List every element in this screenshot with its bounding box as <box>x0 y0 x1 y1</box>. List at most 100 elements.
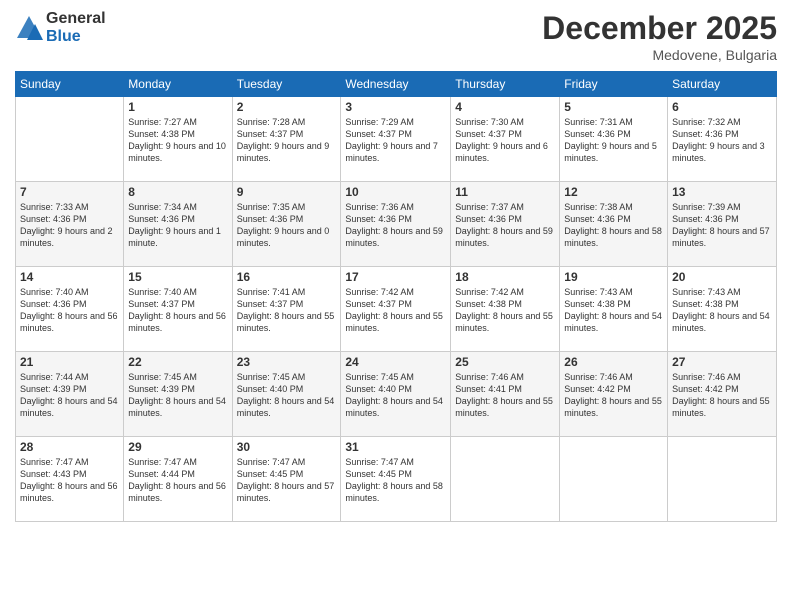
calendar-header-row: Sunday Monday Tuesday Wednesday Thursday… <box>16 72 777 97</box>
calendar-cell: 10 Sunrise: 7:36 AMSunset: 4:36 PMDayligh… <box>341 182 451 267</box>
day-info: Sunrise: 7:29 AMSunset: 4:37 PMDaylight:… <box>345 116 446 165</box>
calendar-cell: 15Sunrise: 7:40 AMSunset: 4:37 PMDayligh… <box>124 267 232 352</box>
day-number: 2 <box>237 100 337 114</box>
calendar-cell <box>451 437 560 522</box>
day-info: Sunrise: 7:46 AMSunset: 4:41 PMDaylight:… <box>455 371 555 420</box>
day-number: 26 <box>564 355 663 369</box>
day-number: 5 <box>564 100 663 114</box>
calendar-cell <box>560 437 668 522</box>
calendar-cell: 16 Sunrise: 7:41 AMSunset: 4:37 PMDayligh… <box>232 267 341 352</box>
day-number: 28 <box>20 440 119 454</box>
calendar-cell: 25Sunrise: 7:46 AMSunset: 4:41 PMDayligh… <box>451 352 560 437</box>
calendar-cell: 22Sunrise: 7:45 AMSunset: 4:39 PMDayligh… <box>124 352 232 437</box>
day-info: Sunrise: 7:46 AMSunset: 4:42 PMDaylight:… <box>564 371 663 420</box>
day-info: Sunrise: 7:36 AMSunset: 4:36 PMDaylight:… <box>345 201 446 250</box>
col-wednesday: Wednesday <box>341 72 451 97</box>
calendar-cell: 1Sunrise: 7:27 AMSunset: 4:38 PMDaylight… <box>124 97 232 182</box>
day-info: Sunrise: 7:43 AMSunset: 4:38 PMDaylight:… <box>564 286 663 335</box>
day-info: Sunrise: 7:44 AMSunset: 4:39 PMDaylight:… <box>20 371 119 420</box>
day-number: 12 <box>564 185 663 199</box>
calendar-cell: 26 Sunrise: 7:46 AMSunset: 4:42 PMDayligh… <box>560 352 668 437</box>
day-info: Sunrise: 7:40 AMSunset: 4:36 PMDaylight:… <box>20 286 119 335</box>
calendar-cell <box>16 97 124 182</box>
col-tuesday: Tuesday <box>232 72 341 97</box>
calendar-cell: 5 Sunrise: 7:31 AMSunset: 4:36 PMDaylight… <box>560 97 668 182</box>
location: Medovene, Bulgaria <box>542 47 777 63</box>
day-info: Sunrise: 7:30 AMSunset: 4:37 PMDaylight:… <box>455 116 555 165</box>
day-number: 6 <box>672 100 772 114</box>
day-info: Sunrise: 7:42 AMSunset: 4:38 PMDaylight:… <box>455 286 555 335</box>
col-monday: Monday <box>124 72 232 97</box>
col-friday: Friday <box>560 72 668 97</box>
calendar-cell: 14 Sunrise: 7:40 AMSunset: 4:36 PMDayligh… <box>16 267 124 352</box>
day-number: 7 <box>20 185 119 199</box>
day-number: 24 <box>345 355 446 369</box>
day-number: 18 <box>455 270 555 284</box>
day-info: Sunrise: 7:32 AMSunset: 4:36 PMDaylight:… <box>672 116 772 165</box>
calendar-cell: 12 Sunrise: 7:38 AMSunset: 4:36 PMDayligh… <box>560 182 668 267</box>
day-info: Sunrise: 7:42 AMSunset: 4:37 PMDaylight:… <box>345 286 446 335</box>
day-number: 23 <box>237 355 337 369</box>
day-info: Sunrise: 7:37 AMSunset: 4:36 PMDaylight:… <box>455 201 555 250</box>
logo: General Blue <box>15 10 106 45</box>
col-thursday: Thursday <box>451 72 560 97</box>
page-header: General Blue December 2025 Medovene, Bul… <box>15 10 777 63</box>
day-number: 4 <box>455 100 555 114</box>
day-info: Sunrise: 7:35 AMSunset: 4:36 PMDaylight:… <box>237 201 337 250</box>
calendar-cell: 29 Sunrise: 7:47 AMSunset: 4:44 PMDayligh… <box>124 437 232 522</box>
calendar-page: General Blue December 2025 Medovene, Bul… <box>0 0 792 612</box>
day-number: 29 <box>128 440 227 454</box>
day-info: Sunrise: 7:31 AMSunset: 4:36 PMDaylight:… <box>564 116 663 165</box>
day-info: Sunrise: 7:45 AMSunset: 4:40 PMDaylight:… <box>345 371 446 420</box>
day-info: Sunrise: 7:47 AMSunset: 4:44 PMDaylight:… <box>128 456 227 505</box>
calendar-week-3: 14 Sunrise: 7:40 AMSunset: 4:36 PMDayligh… <box>16 267 777 352</box>
calendar-week-5: 28 Sunrise: 7:47 AMSunset: 4:43 PMDayligh… <box>16 437 777 522</box>
calendar-cell: 18 Sunrise: 7:42 AMSunset: 4:38 PMDayligh… <box>451 267 560 352</box>
calendar-cell: 13 Sunrise: 7:39 AMSunset: 4:36 PMDayligh… <box>668 182 777 267</box>
calendar-cell: 20 Sunrise: 7:43 AMSunset: 4:38 PMDayligh… <box>668 267 777 352</box>
day-number: 30 <box>237 440 337 454</box>
day-number: 21 <box>20 355 119 369</box>
calendar-cell: 8 Sunrise: 7:34 AMSunset: 4:36 PMDaylight… <box>124 182 232 267</box>
day-number: 10 <box>345 185 446 199</box>
calendar-cell: 30Sunrise: 7:47 AMSunset: 4:45 PMDayligh… <box>232 437 341 522</box>
calendar-cell: 24 Sunrise: 7:45 AMSunset: 4:40 PMDayligh… <box>341 352 451 437</box>
day-number: 8 <box>128 185 227 199</box>
day-number: 15 <box>128 270 227 284</box>
day-info: Sunrise: 7:46 AMSunset: 4:42 PMDaylight:… <box>672 371 772 420</box>
day-number: 9 <box>237 185 337 199</box>
logo-general: General <box>46 10 106 28</box>
calendar-cell: 2 Sunrise: 7:28 AMSunset: 4:37 PMDaylight… <box>232 97 341 182</box>
day-info: Sunrise: 7:39 AMSunset: 4:36 PMDaylight:… <box>672 201 772 250</box>
day-number: 16 <box>237 270 337 284</box>
title-section: December 2025 Medovene, Bulgaria <box>542 10 777 63</box>
day-info: Sunrise: 7:47 AMSunset: 4:43 PMDaylight:… <box>20 456 119 505</box>
day-info: Sunrise: 7:43 AMSunset: 4:38 PMDaylight:… <box>672 286 772 335</box>
day-number: 13 <box>672 185 772 199</box>
calendar-week-2: 7 Sunrise: 7:33 AMSunset: 4:36 PMDaylight… <box>16 182 777 267</box>
day-info: Sunrise: 7:45 AMSunset: 4:40 PMDaylight:… <box>237 371 337 420</box>
logo-blue: Blue <box>46 28 106 46</box>
calendar-week-4: 21 Sunrise: 7:44 AMSunset: 4:39 PMDayligh… <box>16 352 777 437</box>
day-number: 27 <box>672 355 772 369</box>
calendar-table: Sunday Monday Tuesday Wednesday Thursday… <box>15 71 777 522</box>
day-number: 1 <box>128 100 227 114</box>
calendar-cell: 7 Sunrise: 7:33 AMSunset: 4:36 PMDaylight… <box>16 182 124 267</box>
col-sunday: Sunday <box>16 72 124 97</box>
day-number: 31 <box>345 440 446 454</box>
day-number: 22 <box>128 355 227 369</box>
calendar-week-1: 1Sunrise: 7:27 AMSunset: 4:38 PMDaylight… <box>16 97 777 182</box>
calendar-cell: 27 Sunrise: 7:46 AMSunset: 4:42 PMDayligh… <box>668 352 777 437</box>
calendar-cell: 9 Sunrise: 7:35 AMSunset: 4:36 PMDaylight… <box>232 182 341 267</box>
day-info: Sunrise: 7:41 AMSunset: 4:37 PMDaylight:… <box>237 286 337 335</box>
col-saturday: Saturday <box>668 72 777 97</box>
day-info: Sunrise: 7:33 AMSunset: 4:36 PMDaylight:… <box>20 201 119 250</box>
day-info: Sunrise: 7:28 AMSunset: 4:37 PMDaylight:… <box>237 116 337 165</box>
day-info: Sunrise: 7:34 AMSunset: 4:36 PMDaylight:… <box>128 201 227 250</box>
calendar-cell: 31Sunrise: 7:47 AMSunset: 4:45 PMDayligh… <box>341 437 451 522</box>
day-number: 20 <box>672 270 772 284</box>
day-info: Sunrise: 7:38 AMSunset: 4:36 PMDaylight:… <box>564 201 663 250</box>
day-number: 14 <box>20 270 119 284</box>
calendar-cell: 21 Sunrise: 7:44 AMSunset: 4:39 PMDayligh… <box>16 352 124 437</box>
month-title: December 2025 <box>542 10 777 47</box>
